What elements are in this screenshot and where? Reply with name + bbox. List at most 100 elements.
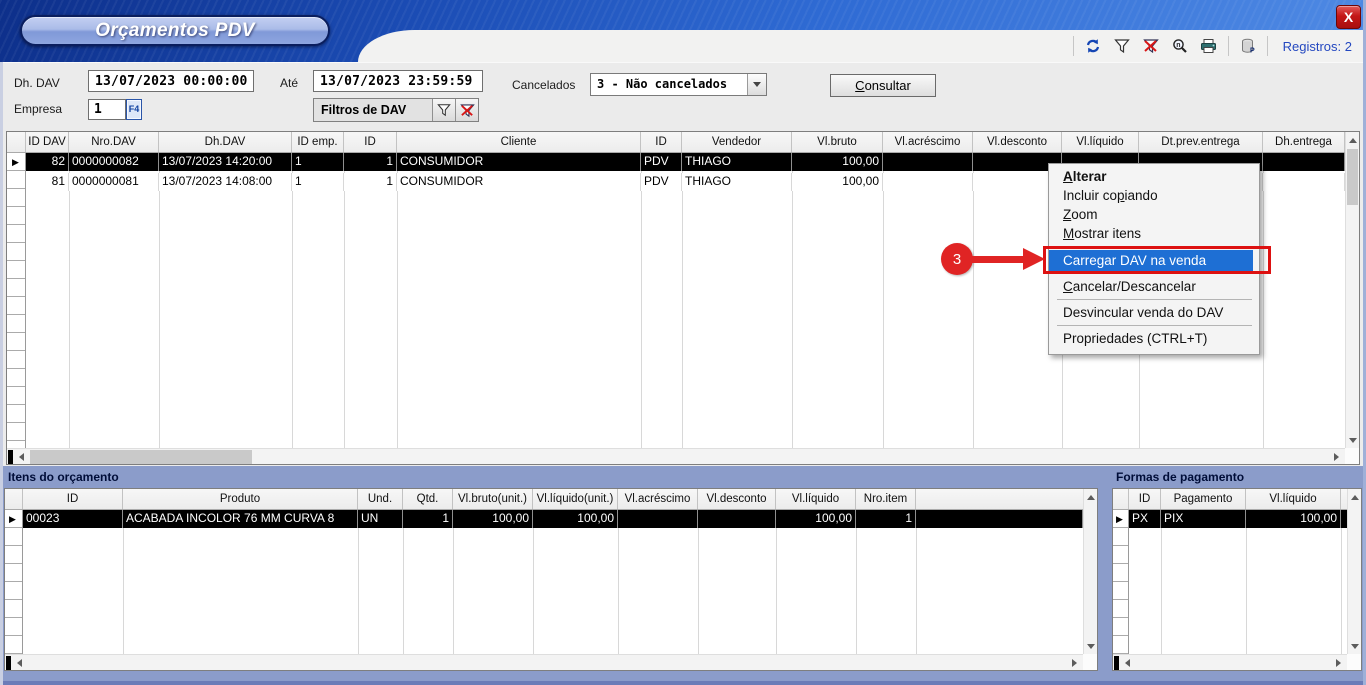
menu-item-alterar[interactable]: Alterar [1049,167,1259,186]
column-header-vl-bruto[interactable]: Vl.bruto [792,132,883,152]
scroll-right-button[interactable] [1066,655,1082,670]
vertical-scrollbar[interactable] [1345,132,1359,448]
column-header-nro-item[interactable]: Nro.item [856,489,916,509]
vertical-scrollbar[interactable] [1347,489,1361,654]
column-header-id[interactable]: ID [344,132,397,152]
cell-vl-acrescimo [618,510,698,528]
menu-item-desvincular-venda-do-dav[interactable]: Desvincular venda do DAV [1049,303,1259,322]
menu-item-accel: C [1063,279,1073,294]
horizontal-scrollbar[interactable] [1113,654,1347,670]
scroll-down-button[interactable] [1346,432,1359,448]
refresh-button[interactable] [1083,36,1103,56]
grid-column-line [292,153,293,448]
selector-header-cell [5,489,23,509]
menu-separator [1057,299,1252,300]
column-header-id-emp[interactable]: ID emp. [292,132,344,152]
empresa-f4-button[interactable]: F4 [126,99,142,120]
chevron-down-icon [753,82,761,87]
annotation-step-badge: 3 [941,243,973,275]
filter-button[interactable] [1112,36,1132,56]
menu-item-text: lterar [1073,169,1107,184]
scrollbar-corner [1347,654,1361,670]
column-header-qtd[interactable]: Qtd. [403,489,453,509]
vertical-scroll-thumb[interactable] [1347,149,1358,205]
column-header-id[interactable]: ID [1129,489,1161,509]
column-header-pagamento[interactable]: Pagamento [1161,489,1246,509]
menu-item-propriedades[interactable]: Propriedades (CTRL+T) [1049,329,1259,348]
grid-column-line [403,510,404,654]
print-button[interactable] [1199,36,1219,56]
print-icon [1200,38,1217,54]
scroll-right-button[interactable] [1330,655,1346,670]
dh-dav-start-input[interactable] [88,70,254,92]
dh-dav-end-input[interactable] [313,70,483,92]
table-row[interactable]: PX PIX 100,00 [1129,510,1347,528]
menu-item-accel: p [1117,188,1125,203]
scroll-right-button[interactable] [1328,449,1344,464]
selector-header-cell [7,132,26,152]
consultar-button[interactable]: Consultar [830,74,936,97]
scroll-up-button[interactable] [1346,132,1359,148]
cell-vendedor: THIAGO [682,153,792,171]
scroll-left-button[interactable] [13,449,29,464]
column-header-vl-desconto[interactable]: Vl.desconto [973,132,1062,152]
column-header-produto[interactable]: Produto [123,489,358,509]
column-header-cliente[interactable]: Cliente [397,132,641,152]
scroll-up-button[interactable] [1348,489,1361,505]
clear-filter-icon [1143,38,1159,54]
menu-item-mostrar-itens[interactable]: Mostrar itens [1049,224,1259,243]
zoom-icon: n [1172,38,1188,54]
column-header-id2[interactable]: ID [641,132,682,152]
scroll-left-button[interactable] [1119,655,1135,670]
consultar-label: onsultar [865,78,911,93]
horizontal-scrollbar[interactable] [5,654,1083,670]
cell-cliente: CONSUMIDOR [397,153,641,171]
menu-item-cancelar-descancelar[interactable]: Cancelar/Descancelar [1049,277,1259,296]
scroll-down-button[interactable] [1348,638,1361,654]
empresa-input[interactable] [88,99,126,120]
filter-icon [1114,38,1130,54]
column-header-vl-acrescimo[interactable]: Vl.acréscimo [618,489,698,509]
column-header-dh-entrega[interactable]: Dh.entrega [1263,132,1345,152]
clear-filter-button[interactable] [1141,36,1161,56]
grid-column-line [123,510,124,654]
scroll-down-button[interactable] [1084,638,1097,654]
grid-column-line [358,510,359,654]
column-header-vl-liquido-unit[interactable]: Vl.líquido(unit.) [533,489,618,509]
consultar-accel: C [855,78,864,93]
filtros-dav-button[interactable]: Filtros de DAV [314,99,432,121]
vertical-scrollbar[interactable] [1083,489,1097,654]
column-header-vl-liquido[interactable]: Vl.líquido [776,489,856,509]
zoom-button[interactable]: n [1170,36,1190,56]
column-header-vl-bruto-unit[interactable]: Vl.bruto(unit.) [453,489,533,509]
horizontal-scroll-thumb[interactable] [30,450,252,464]
scroll-left-button[interactable] [11,655,27,670]
scroll-up-button[interactable] [1084,489,1097,505]
database-export-button[interactable]: P [1238,36,1258,56]
filtros-dav-clear-filter-button[interactable] [455,99,478,121]
cancelados-select[interactable]: 3 - Não cancelados [590,73,767,96]
filtros-dav-filter-button[interactable] [432,99,455,121]
table-row[interactable]: 00023 ACABADA INCOLOR 76 MM CURVA 8 UN 1… [23,510,1083,528]
horizontal-scrollbar[interactable] [7,448,1345,464]
menu-item-incluir-copiando[interactable]: Incluir copiando [1049,186,1259,205]
window-header: Orçamentos PDV X [0,0,1366,62]
column-header-vendedor[interactable]: Vendedor [682,132,792,152]
close-button[interactable]: X [1336,5,1361,29]
cell-vl-desconto [698,510,776,528]
column-header-vl-liquido[interactable]: Vl.líquido [1062,132,1139,152]
grid-column-line [1263,153,1264,448]
column-header-vl-liquido[interactable]: Vl.líquido [1246,489,1341,509]
column-header-id-dav[interactable]: ID DAV [26,132,69,152]
cancelados-dropdown-button[interactable] [747,74,766,95]
column-header-id[interactable]: ID [23,489,123,509]
column-header-und[interactable]: Und. [358,489,403,509]
menu-item-zoom[interactable]: Zoom [1049,205,1259,224]
column-header-vl-desconto[interactable]: Vl.desconto [698,489,776,509]
column-header-dt-prev-entrega[interactable]: Dt.prev.entrega [1139,132,1263,152]
triangle-down-icon [1087,644,1095,649]
column-header-vl-acrescimo[interactable]: Vl.acréscimo [883,132,973,152]
column-header-nro-dav[interactable]: Nro.DAV [69,132,159,152]
column-header-dh-dav[interactable]: Dh.DAV [159,132,292,152]
cell-vl-acrescimo [883,173,973,191]
